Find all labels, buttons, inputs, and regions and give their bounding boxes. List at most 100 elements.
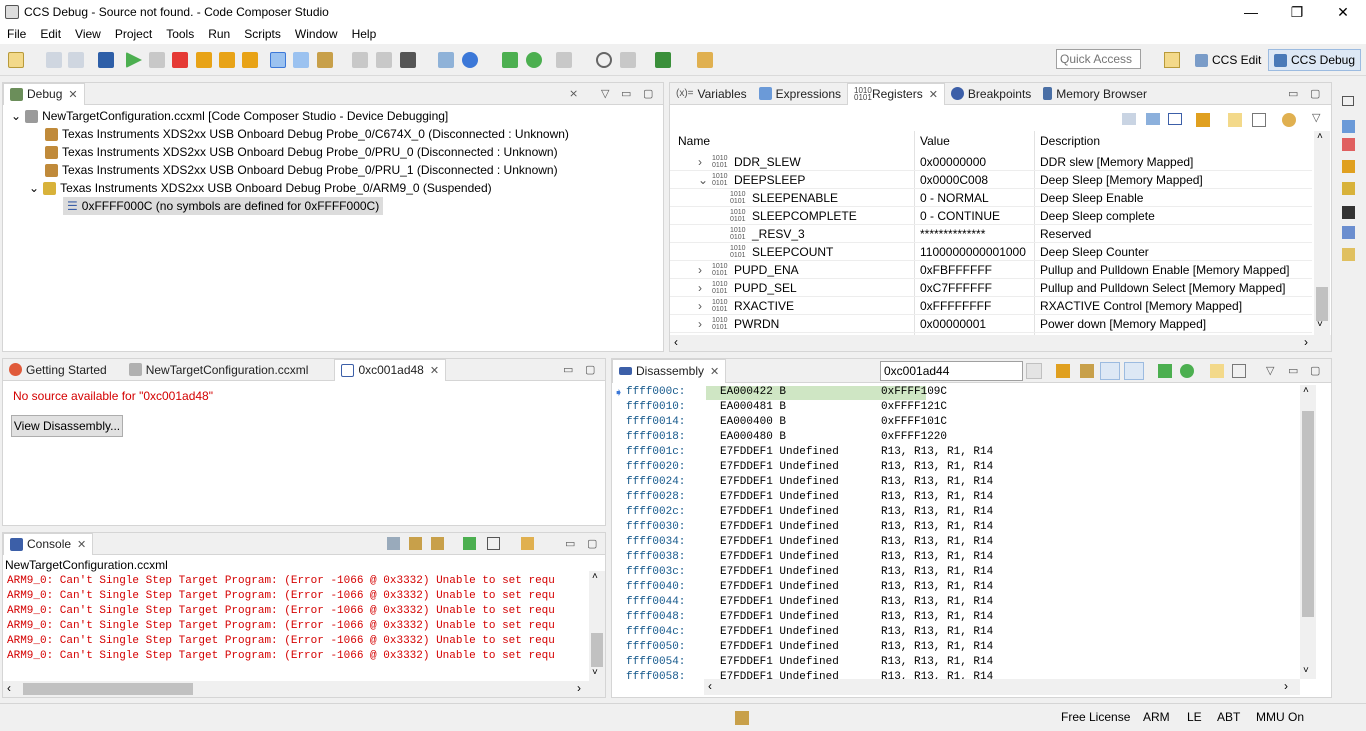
register-row[interactable]: › 1010 0101 PUPD_SEL 0xC7FFFFFF Pullup and Pu… [670, 279, 1312, 297]
collapse-all-icon[interactable] [1122, 113, 1136, 125]
close-icon[interactable]: ✕ [710, 365, 719, 378]
new-icon[interactable] [8, 52, 24, 68]
menu-window[interactable]: Window [288, 27, 345, 41]
register-value[interactable]: 0 - CONTINUE [920, 209, 1000, 223]
refresh-registers-icon[interactable] [1196, 113, 1210, 127]
save-all-icon[interactable] [68, 52, 84, 68]
menu-help[interactable]: Help [345, 27, 384, 41]
search-icon[interactable] [596, 52, 612, 68]
scroll-down-icon[interactable]: ˅ [1317, 319, 1323, 330]
go-icon[interactable] [1026, 363, 1042, 379]
quick-access-input[interactable] [1056, 49, 1141, 69]
open-perspective-icon[interactable] [1164, 52, 1180, 68]
tools-icon[interactable] [556, 52, 572, 68]
minimize-button[interactable]: — [1228, 0, 1274, 24]
register-row[interactable]: › 1010 0101 DDR_SLEW 0x00000000 DDR slew [Mem… [670, 153, 1312, 171]
connect-icon[interactable] [293, 52, 309, 68]
close-window-button[interactable]: ✕ [1320, 0, 1366, 24]
minimize-view-icon[interactable]: ▭ [565, 537, 575, 550]
pin-view-icon[interactable] [1252, 113, 1266, 127]
sync-icon[interactable] [1282, 113, 1296, 127]
register-row[interactable]: › 1010 0101 PWRDN 0x00000001 Power down [Memo… [670, 315, 1312, 333]
pin-console-icon[interactable] [463, 537, 476, 550]
disassembly-vscroll[interactable]: ˄ ˅ [1300, 385, 1316, 679]
scroll-thumb[interactable] [1316, 287, 1328, 321]
sync-disassembly-icon[interactable] [1056, 364, 1070, 378]
debug-item-pru0[interactable]: Texas Instruments XDS2xx USB Onboard Deb… [45, 143, 558, 161]
resume-icon[interactable] [126, 52, 142, 68]
scroll-up-icon[interactable]: ˄ [1317, 131, 1323, 142]
debug-item-c674x[interactable]: Texas Instruments XDS2xx USB Onboard Deb… [45, 125, 569, 143]
register-row[interactable]: 1010 0101 SLEEPENABLE 0 - NORMAL Deep Sleep … [670, 189, 1312, 207]
menu-view[interactable]: View [68, 27, 108, 41]
scroll-up-icon[interactable]: ˄ [1303, 385, 1309, 396]
scroll-left-icon[interactable]: ‹ [708, 679, 712, 693]
column-header-value[interactable]: Value [920, 134, 950, 148]
scroll-down-icon[interactable]: ˅ [592, 667, 598, 678]
debug-item-pru1[interactable]: Texas Instruments XDS2xx USB Onboard Deb… [45, 161, 558, 179]
perspective-ccs-edit[interactable]: CCS Edit [1190, 49, 1266, 71]
open-console-icon[interactable] [521, 537, 534, 550]
reset-icon[interactable] [317, 52, 333, 68]
register-row[interactable]: › 1010 0101 PUPD_ENA 0xFBFFFFFF Pullup and Pu… [670, 261, 1312, 279]
tab-source-not-found[interactable]: 0xc001ad48 ✕ [334, 358, 447, 381]
register-value[interactable]: 0xC7FFFFFF [920, 281, 992, 295]
maximize-view-icon[interactable]: ▢ [643, 87, 653, 100]
disassembly-address-input[interactable] [880, 361, 1023, 381]
debug-item-arm9[interactable]: ⌄ Texas Instruments XDS2xx USB Onboard D… [29, 179, 492, 197]
close-icon[interactable]: ✕ [929, 88, 938, 101]
maximize-view-icon[interactable]: ▢ [1310, 364, 1320, 377]
table-icon[interactable] [1342, 226, 1355, 239]
step-over-icon[interactable] [219, 52, 235, 68]
display-console-icon[interactable] [487, 537, 500, 550]
scroll-down-icon[interactable]: ˅ [1303, 665, 1309, 676]
chevron-down-icon[interactable]: ⌄ [29, 181, 39, 195]
register-value[interactable]: 0 - NORMAL [920, 191, 989, 205]
maximize-view-icon[interactable]: ▢ [585, 363, 595, 376]
register-value[interactable]: 0x00000001 [920, 317, 986, 331]
expand-icon[interactable]: › [698, 263, 702, 277]
step-over-icon[interactable] [1158, 364, 1172, 378]
link-icon[interactable] [1100, 362, 1120, 380]
tab-getting-started[interactable]: Getting Started [3, 359, 113, 381]
show-source-icon[interactable] [1124, 362, 1144, 380]
scroll-thumb[interactable] [1302, 411, 1314, 617]
status-license[interactable]: Free License [1061, 710, 1130, 724]
debug-root-item[interactable]: ⌄ NewTargetConfiguration.ccxml [Code Com… [11, 107, 448, 125]
scroll-left-icon[interactable]: ‹ [7, 681, 11, 695]
instruction-step-icon[interactable] [270, 52, 286, 68]
suspend-icon[interactable] [149, 52, 165, 68]
plugin-icon[interactable] [655, 52, 671, 68]
add-group-icon[interactable] [1146, 113, 1160, 125]
scroll-lock-icon[interactable] [409, 537, 422, 550]
menu-file[interactable]: File [0, 27, 33, 41]
disassembly-hscroll[interactable]: ‹ › [704, 679, 1300, 695]
column-header-name[interactable]: Name [678, 134, 710, 148]
graph-icon[interactable] [1342, 160, 1355, 173]
debug-icon[interactable] [462, 52, 478, 68]
expand-icon[interactable]: › [698, 299, 702, 313]
register-value[interactable]: 0x00000000 [920, 155, 986, 169]
view-menu-icon[interactable]: ▽ [1312, 111, 1320, 124]
maximize-view-icon[interactable]: ▢ [1310, 87, 1320, 100]
perspective-ccs-debug[interactable]: CCS Debug [1268, 49, 1362, 71]
memory-map-icon[interactable] [1342, 206, 1355, 219]
chevron-down-icon[interactable]: ⌄ [11, 109, 21, 123]
remove-terminated-icon[interactable]: ⨯ [569, 87, 578, 100]
run-to-line-icon[interactable] [502, 52, 518, 68]
view-menu-icon[interactable]: ▽ [1266, 364, 1274, 377]
view-menu-icon[interactable]: ▽ [601, 87, 609, 100]
scroll-right-icon[interactable]: › [577, 681, 581, 695]
step-return-icon[interactable] [242, 52, 258, 68]
terminate-icon[interactable] [172, 52, 188, 68]
disconnect-icon[interactable] [376, 52, 392, 68]
word-wrap-icon[interactable] [431, 537, 444, 550]
scroll-up-icon[interactable]: ˄ [592, 571, 598, 582]
tab-target-config[interactable]: NewTargetConfiguration.ccxml [123, 359, 315, 381]
menu-project[interactable]: Project [108, 27, 159, 41]
registers-vscroll[interactable]: ˄ ˅ [1314, 131, 1330, 335]
expand-icon[interactable]: › [698, 155, 702, 169]
status-target-icon[interactable] [735, 711, 749, 725]
tab-breakpoints[interactable]: Breakpoints [945, 83, 1037, 105]
register-row[interactable]: › 1010 0101 RXACTIVE 0xFFFFFFFF RXACTIVE Cont… [670, 297, 1312, 315]
